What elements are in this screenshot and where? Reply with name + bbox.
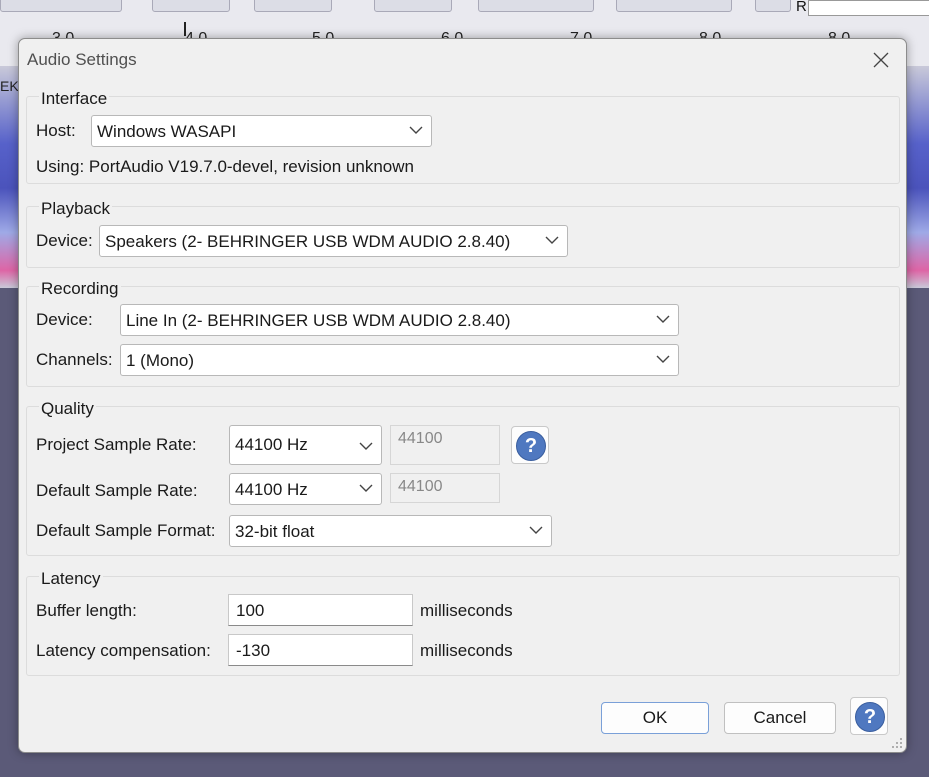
playhead-marker	[184, 22, 186, 36]
project-sample-rate-label: Project Sample Rate:	[36, 435, 197, 454]
quality-help-button[interactable]: ?	[511, 426, 549, 464]
playback-device-value: Speakers (2- BEHRINGER USB WDM AUDIO 2.8…	[105, 232, 511, 251]
default-sample-format-value: 32-bit float	[235, 522, 315, 541]
chevron-down-icon	[359, 442, 373, 450]
background-toolbar: R	[0, 0, 929, 22]
latency-compensation-input[interactable]: -130	[228, 634, 413, 666]
host-select[interactable]: Windows WASAPI	[91, 115, 432, 147]
help-icon: ?	[516, 431, 546, 461]
buffer-length-unit: milliseconds	[420, 601, 513, 620]
project-sample-rate-select[interactable]: 44100 Hz	[229, 425, 382, 465]
playback-device-label: Device:	[36, 231, 93, 250]
playback-group: Playback Device: Speakers (2- BEHRINGER …	[26, 199, 900, 268]
host-label: Host:	[36, 121, 76, 140]
default-sample-rate-select[interactable]: 44100 Hz	[229, 473, 382, 505]
buffer-length-input[interactable]: 100	[228, 594, 413, 626]
chevron-down-icon	[359, 484, 373, 492]
portaudio-info: Using: PortAudio V19.7.0-devel, revision…	[36, 157, 414, 176]
help-icon: ?	[855, 702, 885, 732]
channel-letter: R	[796, 0, 807, 15]
toolbar-button[interactable]	[152, 0, 230, 12]
project-sample-rate-value: 44100 Hz	[235, 435, 308, 454]
toolbar-button[interactable]	[374, 0, 452, 12]
toolbar-field[interactable]	[808, 0, 929, 16]
toolbar-button[interactable]	[0, 0, 122, 12]
dialog-help-button[interactable]: ?	[850, 697, 888, 735]
default-sample-rate-value: 44100 Hz	[235, 480, 308, 499]
close-icon	[873, 52, 889, 68]
chevron-down-icon	[656, 355, 670, 363]
close-button[interactable]	[862, 43, 900, 77]
chevron-down-icon	[409, 126, 423, 134]
quality-group-title: Quality	[39, 399, 96, 419]
default-sample-rate-custom: 44100	[390, 473, 500, 503]
interface-group: Interface Host: Windows WASAPI Using: Po…	[26, 89, 900, 184]
resize-grip-icon[interactable]	[891, 737, 903, 749]
recording-device-value: Line In (2- BEHRINGER USB WDM AUDIO 2.8.…	[126, 311, 511, 330]
toolbar-button[interactable]	[478, 0, 594, 12]
speaker-icon[interactable]	[755, 0, 791, 12]
default-sample-format-select[interactable]: 32-bit float	[229, 515, 552, 547]
channels-select[interactable]: 1 (Mono)	[120, 344, 679, 376]
quality-group: Quality Project Sample Rate: 44100 Hz 44…	[26, 399, 900, 556]
dialog-title: Audio Settings	[27, 50, 137, 69]
toolbar-button[interactable]	[616, 0, 732, 12]
recording-device-select[interactable]: Line In (2- BEHRINGER USB WDM AUDIO 2.8.…	[120, 304, 679, 336]
chevron-down-icon	[656, 315, 670, 323]
buffer-length-value: 100	[236, 601, 265, 620]
track-name-label: EK	[0, 78, 19, 94]
project-sample-rate-custom: 44100	[390, 425, 500, 465]
latency-group-title: Latency	[39, 569, 103, 589]
recording-device-label: Device:	[36, 310, 93, 329]
waveform	[907, 66, 929, 288]
buffer-length-label: Buffer length:	[36, 601, 137, 620]
audio-settings-dialog: Audio Settings Interface Host: Windows W…	[18, 38, 907, 753]
project-sample-rate-custom-value: 44100	[398, 430, 443, 447]
default-sample-format-label: Default Sample Format:	[36, 521, 216, 540]
recording-group: Recording Device: Line In (2- BEHRINGER …	[26, 279, 900, 387]
default-sample-rate-custom-value: 44100	[398, 478, 443, 495]
host-value: Windows WASAPI	[97, 122, 237, 141]
channels-value: 1 (Mono)	[126, 351, 195, 370]
interface-group-title: Interface	[39, 89, 110, 109]
default-sample-rate-label: Default Sample Rate:	[36, 481, 198, 500]
playback-group-title: Playback	[39, 199, 112, 219]
playback-device-select[interactable]: Speakers (2- BEHRINGER USB WDM AUDIO 2.8…	[99, 225, 568, 257]
cancel-button[interactable]: Cancel	[724, 702, 836, 734]
recording-group-title: Recording	[39, 279, 121, 299]
latency-compensation-unit: milliseconds	[420, 641, 513, 660]
channels-label: Channels:	[36, 350, 113, 369]
chevron-down-icon	[545, 236, 559, 244]
chevron-down-icon	[529, 526, 543, 534]
latency-compensation-label: Latency compensation:	[36, 641, 211, 660]
toolbar-button[interactable]	[254, 0, 332, 12]
latency-group: Latency Buffer length: 100 milliseconds …	[26, 569, 900, 676]
ok-button[interactable]: OK	[601, 702, 709, 734]
latency-compensation-value: -130	[236, 641, 271, 660]
